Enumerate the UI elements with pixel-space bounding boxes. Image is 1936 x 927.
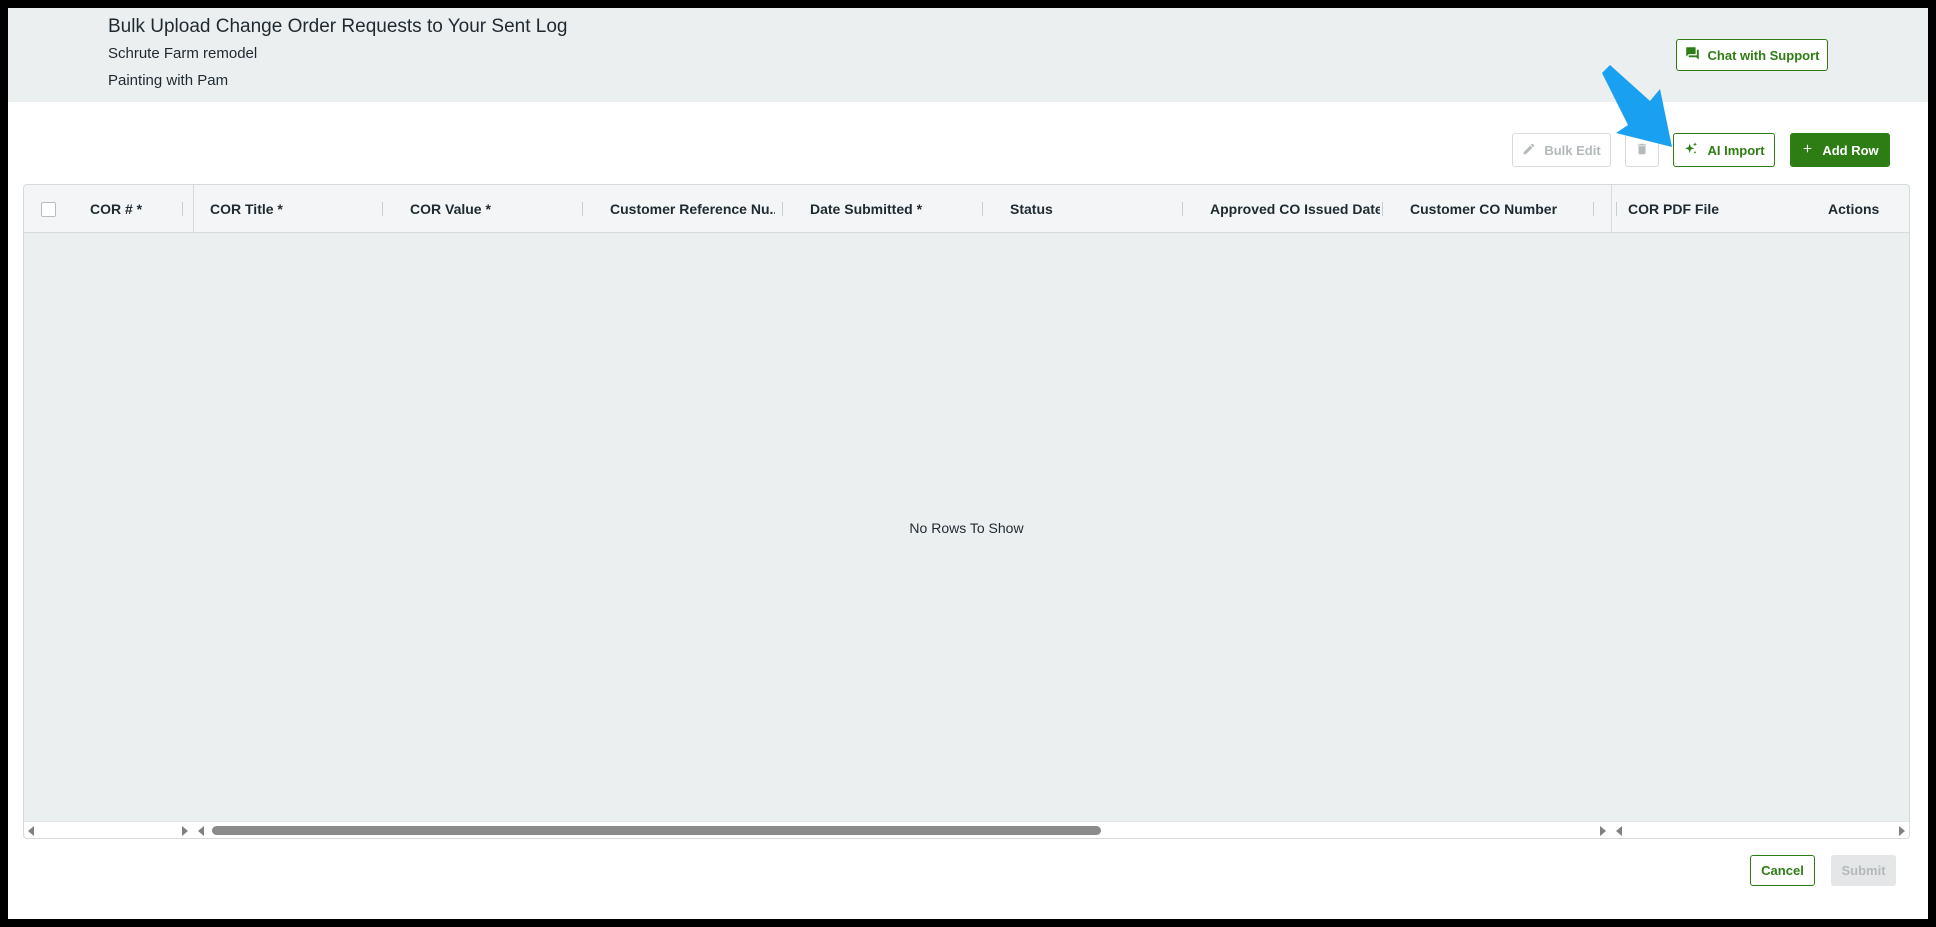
- scroll-left-arrow-icon[interactable]: [198, 826, 204, 836]
- empty-message: No Rows To Show: [909, 520, 1024, 536]
- subcontract-name: Painting with Pam: [108, 72, 229, 89]
- cancel-button[interactable]: Cancel: [1750, 855, 1815, 886]
- pinned-left-divider: [193, 185, 194, 233]
- column-header-status[interactable]: Status: [1010, 185, 1180, 233]
- column-header-cor-title[interactable]: COR Title *: [210, 185, 380, 233]
- column-resize-handle[interactable]: [582, 202, 583, 216]
- plus-icon: [1801, 142, 1814, 158]
- column-header-approved-co-issued-date[interactable]: Approved CO Issued Date: [1210, 185, 1380, 233]
- column-resize-handle[interactable]: [182, 202, 183, 216]
- pinned-right-divider: [1611, 185, 1612, 233]
- scroll-right-arrow-icon[interactable]: [182, 826, 188, 836]
- callout-arrow-icon: [1602, 65, 1672, 147]
- select-all-checkbox[interactable]: [41, 202, 56, 217]
- column-resize-handle[interactable]: [1182, 202, 1183, 216]
- column-resize-handle[interactable]: [1616, 202, 1617, 216]
- column-header-customer-co-number[interactable]: Customer CO Number: [1410, 185, 1580, 233]
- cor-data-grid: COR # * COR Title * COR Value * Customer…: [23, 184, 1910, 839]
- empty-rows-overlay: No Rows To Show: [24, 233, 1909, 823]
- column-resize-handle[interactable]: [1593, 202, 1594, 216]
- page-title: Bulk Upload Change Order Requests to You…: [108, 16, 568, 37]
- column-header-cor-number[interactable]: COR # *: [90, 185, 185, 233]
- app-frame: Bulk Upload Change Order Requests to You…: [8, 8, 1928, 919]
- column-header-date-submitted[interactable]: Date Submitted *: [810, 185, 980, 233]
- add-row-button[interactable]: Add Row: [1790, 133, 1890, 167]
- column-resize-handle[interactable]: [982, 202, 983, 216]
- add-row-label: Add Row: [1822, 142, 1879, 158]
- scroll-left-arrow-icon[interactable]: [1616, 826, 1622, 836]
- chat-with-support-label: Chat with Support: [1707, 47, 1820, 63]
- column-header-cor-pdf-file[interactable]: COR PDF File: [1628, 185, 1778, 233]
- horizontal-scrollbar[interactable]: [24, 821, 1909, 838]
- column-header-cor-value[interactable]: COR Value *: [410, 185, 580, 233]
- column-header-actions: Actions: [1828, 201, 1880, 217]
- scrollbar-thumb[interactable]: [212, 826, 1101, 835]
- bulk-edit-button[interactable]: Bulk Edit: [1512, 133, 1611, 167]
- ai-import-label: AI Import: [1707, 142, 1765, 158]
- scroll-right-arrow-icon[interactable]: [1600, 826, 1606, 836]
- scroll-right-arrow-icon[interactable]: [1899, 826, 1905, 836]
- column-resize-handle[interactable]: [382, 202, 383, 216]
- chat-with-support-button[interactable]: Chat with Support: [1676, 39, 1828, 71]
- bulk-edit-label: Bulk Edit: [1544, 142, 1601, 158]
- pencil-icon: [1522, 142, 1536, 159]
- project-name: Schrute Farm remodel: [108, 45, 258, 62]
- scroll-left-arrow-icon[interactable]: [28, 826, 34, 836]
- column-resize-handle[interactable]: [782, 202, 783, 216]
- submit-button[interactable]: Submit: [1831, 855, 1896, 886]
- column-resize-handle[interactable]: [1382, 202, 1383, 216]
- chat-icon: [1685, 46, 1700, 64]
- ai-import-button[interactable]: AI Import: [1673, 133, 1775, 167]
- grid-header-row: COR # * COR Title * COR Value * Customer…: [24, 185, 1909, 233]
- column-header-customer-reference[interactable]: Customer Reference Nu...: [610, 185, 775, 233]
